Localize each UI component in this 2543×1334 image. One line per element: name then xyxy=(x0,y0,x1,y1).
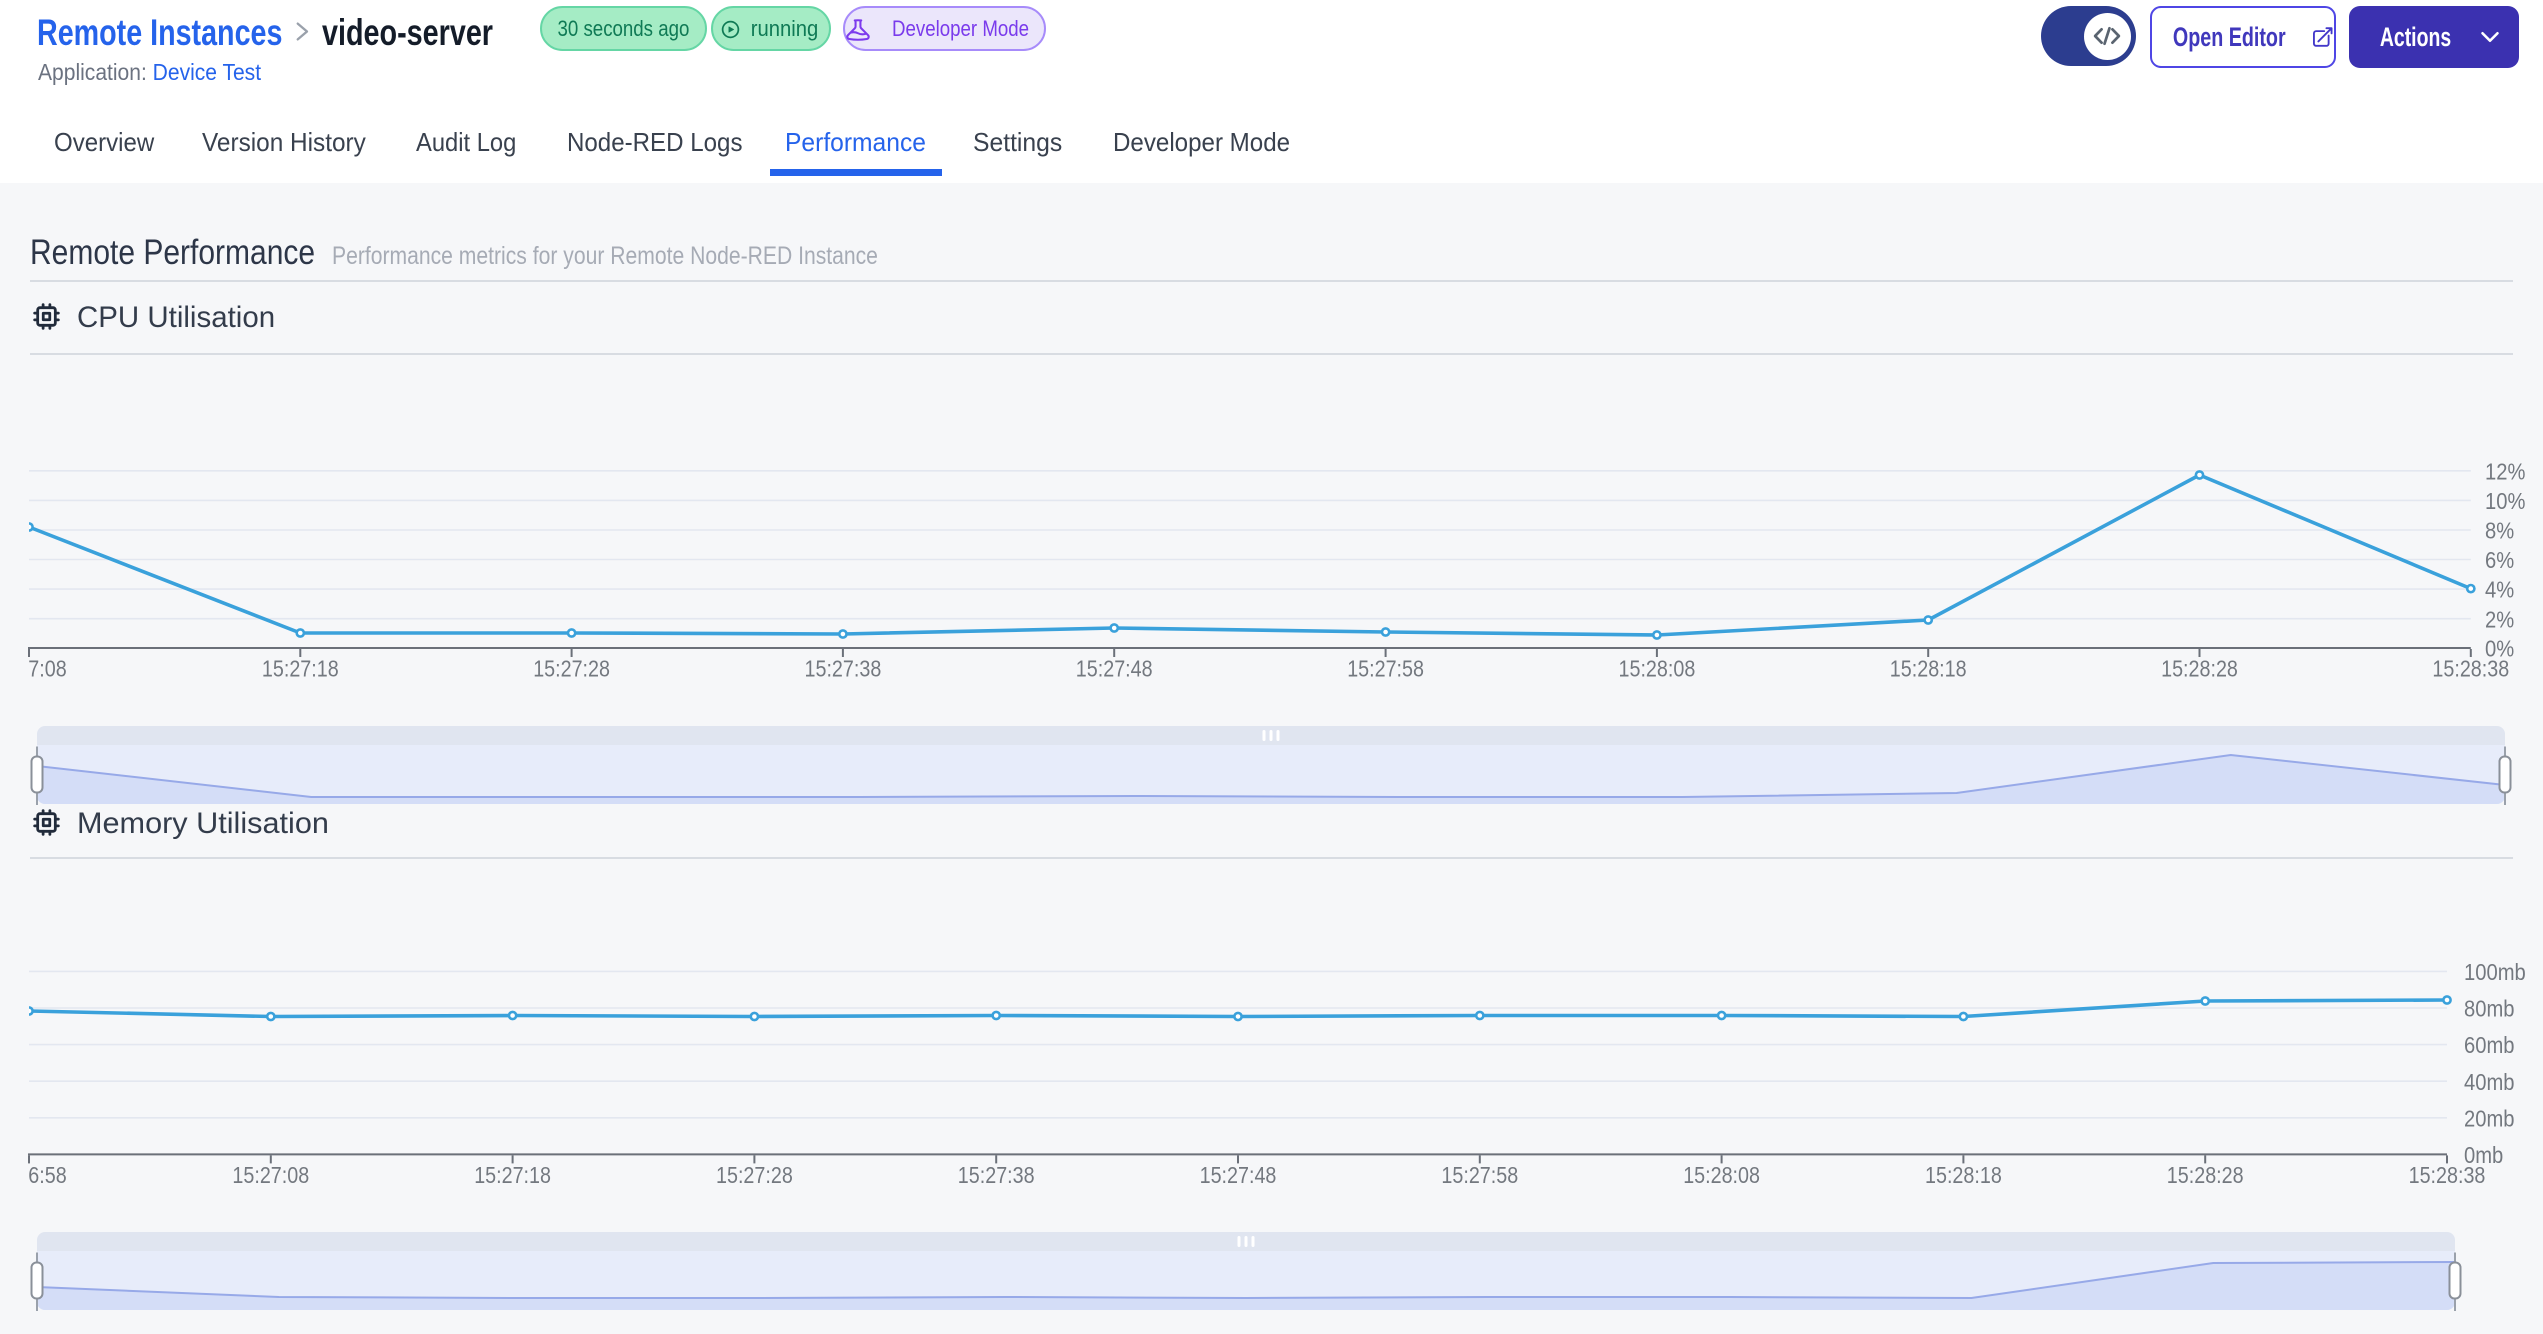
svg-text:15:28:08: 15:28:08 xyxy=(1683,1162,1760,1188)
svg-text:15:27:48: 15:27:48 xyxy=(1200,1162,1277,1188)
svg-text:100mb: 100mb xyxy=(2464,959,2526,985)
svg-text:15:28:38: 15:28:38 xyxy=(2432,656,2509,682)
svg-text:4%: 4% xyxy=(2485,577,2514,603)
svg-text:15:28:08: 15:28:08 xyxy=(1619,656,1696,682)
svg-text:15:27:08: 15:27:08 xyxy=(232,1162,309,1188)
svg-text:15:27:38: 15:27:38 xyxy=(958,1162,1035,1188)
svg-text:15:27:28: 15:27:28 xyxy=(716,1162,793,1188)
svg-text:15:27:28: 15:27:28 xyxy=(533,656,610,682)
svg-text:15:28:38: 15:28:38 xyxy=(2409,1162,2486,1188)
svg-text:80mb: 80mb xyxy=(2464,996,2515,1022)
svg-text:8%: 8% xyxy=(2485,518,2514,544)
svg-text:15:27:48: 15:27:48 xyxy=(1076,656,1153,682)
svg-text:15:28:28: 15:28:28 xyxy=(2167,1162,2244,1188)
svg-text:15:27:38: 15:27:38 xyxy=(805,656,882,682)
svg-text:40mb: 40mb xyxy=(2464,1069,2515,1095)
svg-text:15:28:18: 15:28:18 xyxy=(1890,656,1967,682)
svg-text:7:08: 7:08 xyxy=(28,656,66,682)
svg-text:12%: 12% xyxy=(2485,458,2525,484)
svg-text:15:27:58: 15:27:58 xyxy=(1347,656,1424,682)
svg-text:20mb: 20mb xyxy=(2464,1105,2515,1131)
svg-text:15:27:58: 15:27:58 xyxy=(1441,1162,1518,1188)
svg-text:6%: 6% xyxy=(2485,547,2514,573)
svg-text:15:27:18: 15:27:18 xyxy=(262,656,339,682)
svg-text:15:27:18: 15:27:18 xyxy=(474,1162,551,1188)
svg-text:2%: 2% xyxy=(2485,606,2514,632)
svg-text:10%: 10% xyxy=(2485,488,2525,514)
svg-text:15:28:28: 15:28:28 xyxy=(2161,656,2238,682)
svg-text:60mb: 60mb xyxy=(2464,1032,2515,1058)
svg-text:15:28:18: 15:28:18 xyxy=(1925,1162,2002,1188)
svg-text:6:58: 6:58 xyxy=(28,1162,66,1188)
